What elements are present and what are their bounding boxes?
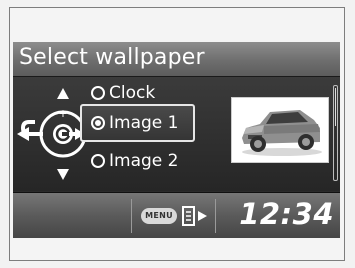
option-label: Image 1 [109,113,179,133]
up-arrow-icon [57,88,69,99]
title-bar: Select wallpaper [13,42,340,77]
menu-button-icon: MENU [141,208,177,224]
car-thumbnail-icon [242,110,322,156]
page-next-icon [182,206,207,226]
content-area: + − Clock Image 1 Image 2 [13,77,340,191]
svg-text:+: + [58,107,67,120]
down-arrow-icon [57,169,69,180]
option-image-1[interactable]: Image 1 [80,104,195,142]
radio-off-icon [91,86,105,100]
scrollbar-thumb[interactable] [335,88,336,126]
option-label: Clock [109,83,156,103]
back-arrow-icon [17,120,43,141]
wallpaper-preview [231,97,329,163]
clock-display: 12:34 [239,197,334,231]
svg-text:−: − [58,148,68,162]
page-title: Select wallpaper [19,45,205,70]
radio-off-icon [91,154,105,168]
radio-on-icon [91,116,105,130]
option-clock[interactable]: Clock [91,80,155,106]
display-screen: Select wallpaper + − Clock Image 1 Image… [13,42,340,238]
status-bar: MENU 12:34 [13,192,340,238]
status-divider [131,199,132,233]
option-label: Image 2 [109,151,179,171]
option-image-2[interactable]: Image 2 [91,148,178,174]
scrollbar[interactable] [333,85,338,181]
status-divider [215,199,216,233]
